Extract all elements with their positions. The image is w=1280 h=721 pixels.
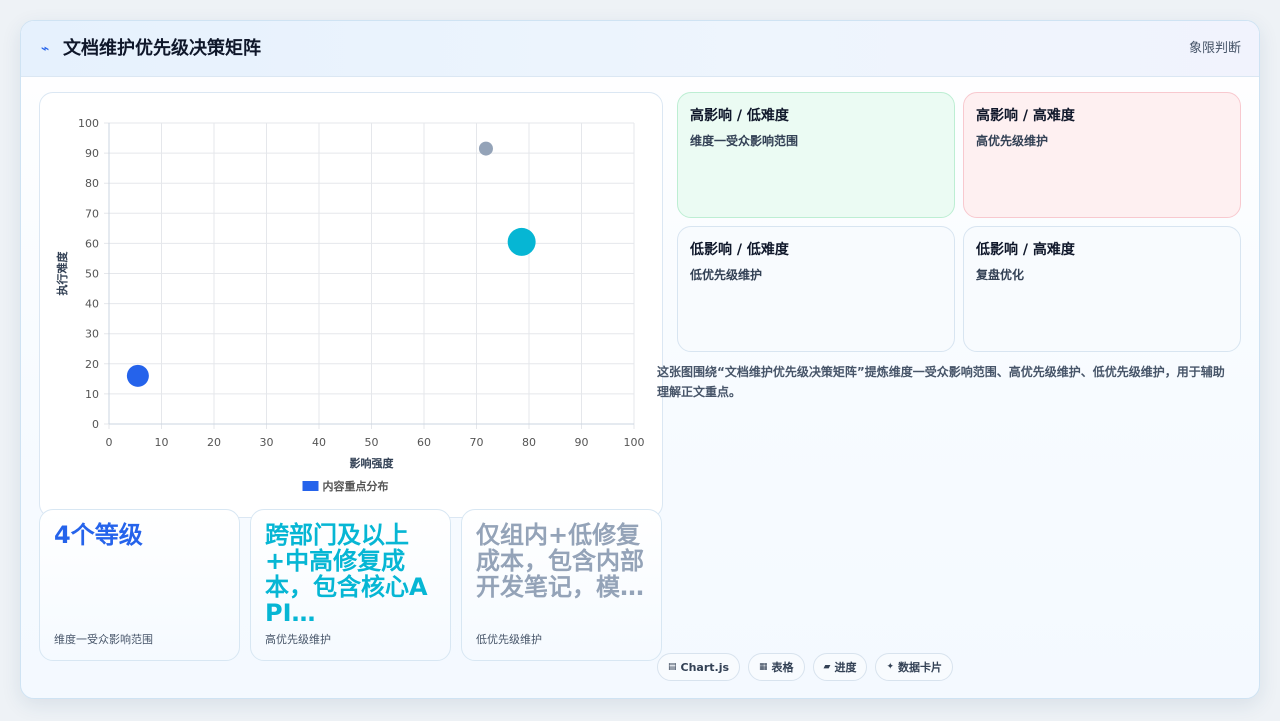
y-tick-label: 10 xyxy=(85,388,99,401)
stat-card-high-priority: 跨部门及以上+中高修复成本，包含核心API… 高优先级维护 xyxy=(250,509,451,661)
tag-data-card[interactable]: ✦ 数据卡片 xyxy=(875,653,954,681)
x-tick-label: 70 xyxy=(470,436,484,449)
y-axis-label: 执行难度 xyxy=(55,251,69,296)
quadrant-low-impact-high-difficulty: 低影响 / 高难度 复盘优化 xyxy=(963,226,1241,352)
y-tick-label: 50 xyxy=(85,268,99,281)
tag-label: 数据卡片 xyxy=(898,661,943,674)
y-tick-label: 70 xyxy=(85,207,99,220)
x-tick-label: 90 xyxy=(575,436,589,449)
y-tick-label: 80 xyxy=(85,177,99,190)
tag-table[interactable]: ▦ 表格 xyxy=(748,653,805,681)
quadrant-desc: 低优先级维护 xyxy=(690,268,763,282)
stat-label: 高优先级维护 xyxy=(265,633,331,646)
sparkle-icon: ✦ xyxy=(886,662,895,672)
stat-value: 仅组内+低修复成本，包含内部开发笔记，模… xyxy=(476,521,644,601)
x-tick-label: 60 xyxy=(417,436,431,449)
stat-label: 维度一受众影响范围 xyxy=(54,633,153,646)
x-tick-label: 80 xyxy=(522,436,536,449)
x-tick-label: 40 xyxy=(312,436,326,449)
y-tick-label: 100 xyxy=(78,117,99,130)
y-tick-label: 90 xyxy=(85,147,99,160)
tag-progress[interactable]: ▰ 进度 xyxy=(812,653,868,681)
quadrant-judgement-link[interactable]: 象限判断 xyxy=(1189,40,1241,58)
stat-value: 4个等级 xyxy=(54,521,143,549)
chart-icon: ▤ xyxy=(668,662,677,672)
tag-label: 进度 xyxy=(834,661,857,674)
stat-label: 低优先级维护 xyxy=(476,633,542,646)
quadrant-title: 高影响 / 低难度 xyxy=(690,108,789,124)
tag-label: Chart.js xyxy=(680,660,730,674)
quadrant-high-impact-high-difficulty: 高影响 / 高难度 高优先级维护 xyxy=(963,92,1241,218)
legend-label: 内容重点分布 xyxy=(323,479,389,493)
page-title: 文档维护优先级决策矩阵 xyxy=(63,38,261,59)
table-icon: ▦ xyxy=(759,662,768,672)
scatter-chart-card: 0 10 20 30 40 50 60 70 80 90 100 0 10 20 30 40 50 60 70 80 9… xyxy=(39,92,663,518)
stat-value: 跨部门及以上+中高修复成本，包含核心API… xyxy=(265,521,428,627)
tag-label: 表格 xyxy=(771,661,794,674)
y-tick-label: 60 xyxy=(85,237,99,250)
tag-bar: ▤ Chart.js ▦ 表格 ▰ 进度 ✦ 数据卡片 xyxy=(657,653,954,681)
quadrant-title: 低影响 / 低难度 xyxy=(690,242,789,258)
quadrant-desc: 复盘优化 xyxy=(976,268,1025,282)
tag-chartjs[interactable]: ▤ Chart.js xyxy=(657,653,741,681)
x-tick-label: 50 xyxy=(365,436,379,449)
stat-card-low-priority: 仅组内+低修复成本，包含内部开发笔记，模… 低优先级维护 xyxy=(461,509,662,661)
header-bar: ⌁ 文档维护优先级决策矩阵 象限判断 xyxy=(21,21,1259,77)
summary-text: 这张图围绕“文档维护优先级决策矩阵”提炼维度一受众影响范围、高优先级维护、低优先… xyxy=(657,365,1225,399)
scatter-chart: 0 10 20 30 40 50 60 70 80 90 100 0 10 20 30 40 50 60 70 80 9… xyxy=(55,117,645,493)
x-tick-label: 30 xyxy=(260,436,274,449)
quadrant-low-impact-low-difficulty: 低影响 / 低难度 低优先级维护 xyxy=(677,226,955,352)
y-tick-label: 20 xyxy=(85,358,99,371)
progress-icon: ▰ xyxy=(823,662,831,672)
y-tick-label: 40 xyxy=(85,298,99,311)
quadrant-title: 高影响 / 高难度 xyxy=(976,108,1075,124)
legend-swatch xyxy=(302,481,319,491)
x-tick-label: 10 xyxy=(155,436,169,449)
lightning-icon: ⌁ xyxy=(41,41,50,57)
quadrant-title: 低影响 / 高难度 xyxy=(976,242,1075,258)
quadrant-high-impact-low-difficulty: 高影响 / 低难度 维度一受众影响范围 xyxy=(677,92,955,218)
scatter-point xyxy=(478,141,493,156)
y-tick-label: 0 xyxy=(92,418,99,431)
x-axis-label: 影响强度 xyxy=(350,456,395,470)
scatter-point xyxy=(126,364,149,387)
x-tick-label: 0 xyxy=(106,436,113,449)
quadrant-desc: 高优先级维护 xyxy=(976,134,1049,148)
y-tick-label: 30 xyxy=(85,328,99,341)
scatter-point xyxy=(507,227,536,256)
x-tick-label: 100 xyxy=(624,436,645,449)
stat-card-levels: 4个等级 维度一受众影响范围 xyxy=(39,509,240,661)
quadrant-desc: 维度一受众影响范围 xyxy=(690,134,799,148)
x-tick-label: 20 xyxy=(207,436,221,449)
